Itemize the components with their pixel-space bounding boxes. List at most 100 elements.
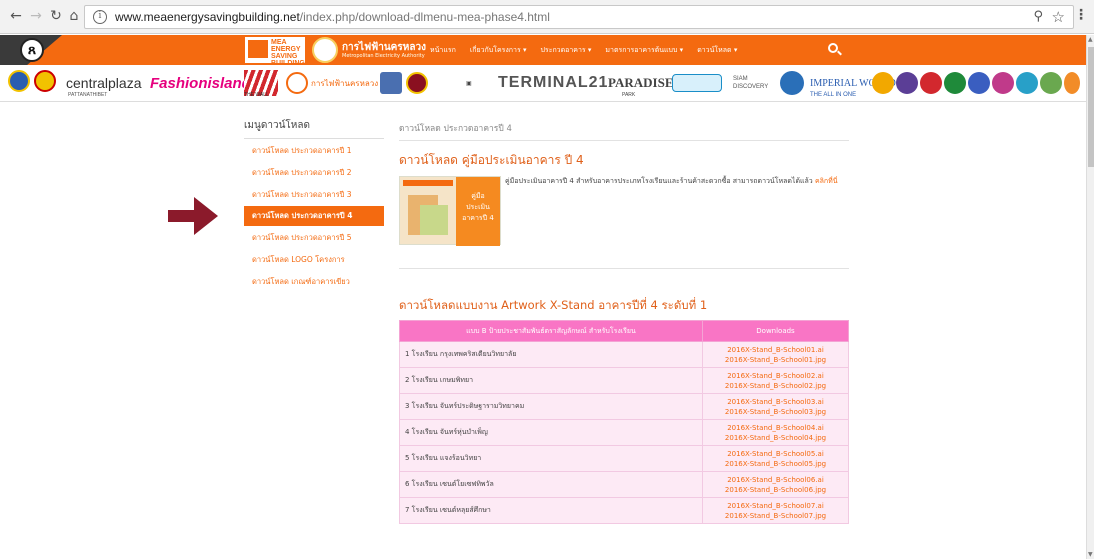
ai-download-link[interactable]: 2016X-Stand_B-School03.ai xyxy=(703,397,848,407)
allianz-logo xyxy=(672,65,722,101)
forward-icon[interactable]: → xyxy=(28,8,44,24)
ai-download-link[interactable]: 2016X-Stand_B-School04.ai xyxy=(703,423,848,433)
emblem-icon xyxy=(1040,72,1062,94)
emblem-icon xyxy=(380,72,402,94)
school-name: 5 โรงเรียน แจงร้อนวิทยา xyxy=(399,445,703,472)
bookmark-star-icon[interactable]: ☆ xyxy=(1052,8,1065,26)
header-divider xyxy=(0,101,1086,102)
info-icon[interactable]: i xyxy=(93,10,107,24)
sidebar-item-green-criteria[interactable]: ดาวน์โหลด เกณฑ์อาคารเขียว xyxy=(244,272,384,292)
table-row: 2 โรงเรียน เกษมพิทยา 2016X-Stand_B-Schoo… xyxy=(399,367,849,394)
jpg-download-link[interactable]: 2016X-Stand_B-School04.jpg xyxy=(703,433,848,443)
scroll-down-icon[interactable]: ▼ xyxy=(1088,551,1093,558)
ai-download-link[interactable]: 2016X-Stand_B-School01.ai xyxy=(703,345,848,355)
jpg-download-link[interactable]: 2016X-Stand_B-School03.jpg xyxy=(703,407,848,417)
browser-toolbar: ← → ↻ ⌂ i www.meaenergysavingbuilding.ne… xyxy=(0,0,1094,34)
emblem-icon xyxy=(992,72,1014,94)
table-header-downloads: Downloads xyxy=(702,320,849,342)
sidebar-item-year2[interactable]: ดาวน์โหลด ประกวดอาคารปี 2 xyxy=(244,163,384,183)
url-text[interactable]: www.meaenergysavingbuilding.net/index.ph… xyxy=(115,10,550,24)
sponsor-strip: centralplaza PATTANATHIBET Fashionisland… xyxy=(0,65,1086,101)
emblem-icon xyxy=(872,72,894,94)
emblem-icon xyxy=(896,72,918,94)
cover-text: ประเมิน xyxy=(466,203,490,211)
sidebar-item-year5[interactable]: ดาวน์โหลด ประกวดอาคารปี 5 xyxy=(244,228,384,248)
table-row: 3 โรงเรียน จันทร์ประดิษฐารามวิทยาคม 2016… xyxy=(399,393,849,420)
download-table: แบบ B ป้ายประชาสัมพันธ์ตราสัญลักษณ์ สำหร… xyxy=(399,320,849,524)
emblem-icon xyxy=(406,72,428,94)
circle-brand-logo xyxy=(780,65,804,101)
mourning-ribbon-icon: ጸ xyxy=(20,38,44,62)
siam-discovery-logo: SIAM DISCOVERY xyxy=(733,76,769,90)
ai-download-link[interactable]: 2016X-Stand_B-School05.ai xyxy=(703,449,848,459)
vertical-scrollbar[interactable]: ▲ ▼ xyxy=(1086,35,1094,559)
emblem-icon xyxy=(1064,72,1080,94)
zoom-icon[interactable]: ⚲ xyxy=(1033,9,1043,24)
browser-menu-icon[interactable]: ⋮ xyxy=(1074,7,1088,23)
nav-contest[interactable]: ประกวดอาคาร ▾ xyxy=(540,45,591,56)
page-breadcrumb: ดาวน์โหลด ประกวดอาคารปี 4 xyxy=(399,124,512,134)
sidebar-divider xyxy=(244,138,384,139)
search-icon[interactable] xyxy=(828,43,838,53)
sidebar-item-year4[interactable]: ดาวน์โหลด ประกวดอาคารปี 4 xyxy=(244,206,384,226)
school-name: 7 โรงเรียน เซนต์หลุยส์ศึกษา xyxy=(399,497,703,524)
address-bar[interactable]: i www.meaenergysavingbuilding.net/index.… xyxy=(84,5,1074,29)
artwork-title: ดาวน์โหลดแบบงาน Artwork X-Stand อาคารปีท… xyxy=(399,298,708,312)
table-row: 4 โรงเรียน จันทร์หุ่นบำเพ็ญ 2016X-Stand_… xyxy=(399,419,849,446)
school-name: 3 โรงเรียน จันทร์ประดิษฐารามวิทยาคม xyxy=(399,393,703,420)
table-row: 6 โรงเรียน เซนต์โยเซฟทิพวัล 2016X-Stand_… xyxy=(399,471,849,498)
table-header-name: แบบ B ป้ายประชาสัมพันธ์ตราสัญลักษณ์ สำหร… xyxy=(399,320,703,342)
back-icon[interactable]: ← xyxy=(8,8,24,24)
scroll-up-icon[interactable]: ▲ xyxy=(1088,36,1093,43)
handbook-description: คู่มือประเมินอาคารปี 4 สำหรับอาคารประเภท… xyxy=(505,177,838,185)
building-logo: ▣ xyxy=(466,80,472,87)
school-name: 2 โรงเรียน เกษมพิทยา xyxy=(399,367,703,394)
ai-download-link[interactable]: 2016X-Stand_B-School02.ai xyxy=(703,371,848,381)
cover-text: อาคารปี 4 xyxy=(462,214,494,222)
nav-home[interactable]: หน้าแรก xyxy=(430,45,456,56)
handbook-cover-image[interactable]: คู่มือ ประเมิน อาคารปี 4 xyxy=(399,176,501,246)
paradise-sub: PARK xyxy=(622,92,636,98)
school-name: 4 โรงเรียน จันทร์หุ่นบำเพ็ญ xyxy=(399,419,703,446)
jpg-download-link[interactable]: 2016X-Stand_B-School05.jpg xyxy=(703,459,848,469)
emblem-icon xyxy=(34,70,56,92)
cover-text: คู่มือ xyxy=(471,192,485,200)
jpg-download-link[interactable]: 2016X-Stand_B-School02.jpg xyxy=(703,381,848,391)
jpg-download-link[interactable]: 2016X-Stand_B-School06.jpg xyxy=(703,485,848,495)
pointer-arrow-icon xyxy=(168,197,218,235)
home-icon[interactable]: ⌂ xyxy=(66,8,82,24)
thewall-label: THE WALL xyxy=(244,92,269,98)
jpg-download-link[interactable]: 2016X-Stand_B-School01.jpg xyxy=(703,355,848,365)
content-divider xyxy=(399,140,849,141)
sidebar-item-year3[interactable]: ดาวน์โหลด ประกวดอาคารปี 3 xyxy=(244,185,384,205)
scrollbar-thumb[interactable] xyxy=(1088,47,1094,167)
mea-energy-logo[interactable]: MEA ENERGY SAVING BUILDING xyxy=(245,37,305,67)
table-row: 1 โรงเรียน กรุงเทพคริสเตียนวิทยาลัย 2016… xyxy=(399,341,849,368)
emblem-icon xyxy=(8,70,30,92)
school-name: 6 โรงเรียน เซนต์โยเซฟทิพวัล xyxy=(399,471,703,498)
handbook-title: ดาวน์โหลด คู่มือประเมินอาคาร ปี 4 xyxy=(399,153,584,167)
table-row: 5 โรงเรียน แจงร้อนวิทยา 2016X-Stand_B-Sc… xyxy=(399,445,849,472)
terminal21-logo: TERMINAL21 xyxy=(498,74,609,91)
top-navigation: หน้าแรก เกี่ยวกับโครงการ ▾ ประกวดอาคาร ▾… xyxy=(430,45,737,56)
mea-authority-logo[interactable]: การไฟฟ้านครหลวง Metropolitan Electricity… xyxy=(312,37,426,63)
ai-download-link[interactable]: 2016X-Stand_B-School07.ai xyxy=(703,501,848,511)
ai-download-link[interactable]: 2016X-Stand_B-School06.ai xyxy=(703,475,848,485)
imperial-sub: THE ALL IN ONE xyxy=(810,92,857,98)
nav-measures[interactable]: มาตรการอาคารต้นแบบ ▾ xyxy=(605,45,683,56)
content-divider xyxy=(399,268,849,269)
nav-about[interactable]: เกี่ยวกับโครงการ ▾ xyxy=(470,45,527,56)
sidebar-title: เมนูดาวน์โหลด xyxy=(244,120,310,131)
emblem-icon xyxy=(944,72,966,94)
jpg-download-link[interactable]: 2016X-Stand_B-School07.jpg xyxy=(703,511,848,521)
reload-icon[interactable]: ↻ xyxy=(48,8,64,24)
nav-download[interactable]: ดาวน์โหลด ▾ xyxy=(697,45,737,56)
sidebar-item-logo[interactable]: ดาวน์โหลด LOGO โครงการ xyxy=(244,250,384,270)
school-name: 1 โรงเรียน กรุงเทพคริสเตียนวิทยาลัย xyxy=(399,341,703,368)
paradise-park-logo: PARADISE xyxy=(608,75,674,90)
handbook-download-link[interactable]: คลิกที่นี่ xyxy=(815,177,838,185)
fashionisland-logo: Fashionisland xyxy=(150,74,251,92)
sidebar-item-year1[interactable]: ดาวน์โหลด ประกวดอาคารปี 1 xyxy=(244,141,384,161)
emblem-icon xyxy=(968,72,990,94)
table-row: 7 โรงเรียน เซนต์หลุยส์ศึกษา 2016X-Stand_… xyxy=(399,497,849,524)
